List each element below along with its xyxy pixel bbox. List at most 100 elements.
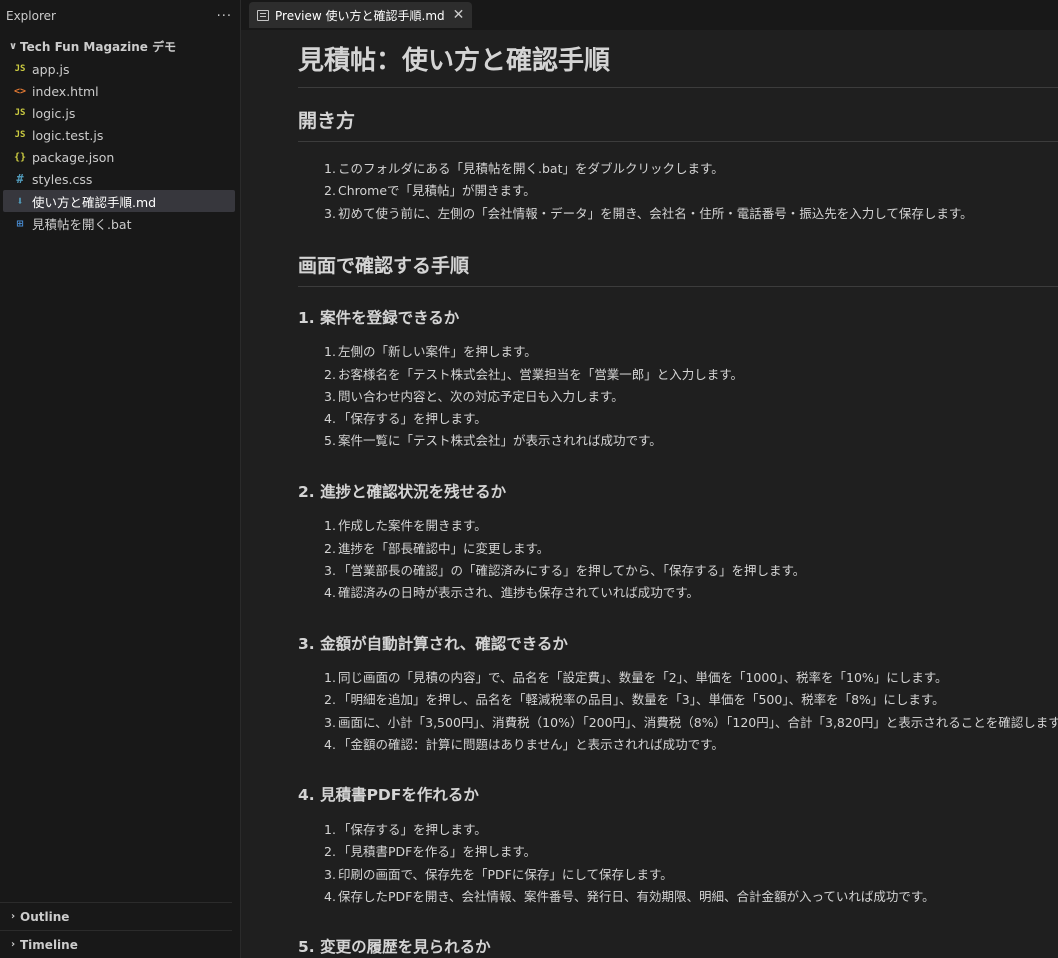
markdown-file-icon: ⬇: [16, 194, 24, 208]
list-item: 3. 画面に、小計「3,500円」、消費税（10%）「200円」、消費税（8%）…: [324, 712, 1058, 734]
js-file-icon: JS: [14, 130, 26, 140]
list-text: 「金額の確認：計算に問題はありません」と表示されれば成功です。: [338, 737, 724, 753]
file-item[interactable]: JS logic.test.js: [3, 124, 235, 146]
list-number: 1.: [324, 160, 336, 176]
chevron-down-icon: ∨: [8, 40, 18, 52]
list-text: Chromeで「見積帖」が開きます。: [338, 183, 536, 199]
list-text: お客様名を「テスト株式会社」、営業担当を「営業一郎」と入力します。: [338, 366, 744, 382]
step-list: 1. 同じ画面の「見積の内容」で、品名を「設定費」、数量を「2」、単価を「100…: [298, 667, 1058, 756]
list-number: 3.: [324, 866, 336, 882]
list-text: 作成した案件を開きます。: [338, 518, 487, 534]
list-number: 2.: [324, 183, 336, 199]
list-text: 「保存する」を押します。: [338, 411, 487, 427]
preview-icon: [257, 9, 269, 21]
timeline-label: Timeline: [20, 937, 78, 952]
list-number: 1.: [324, 518, 336, 534]
sidebar-bottom-panels: › Outline › Timeline: [0, 902, 240, 958]
list-item: 1. 「保存する」を押します。: [324, 819, 1058, 841]
file-tree: JS app.js <> index.html JS logic.js JS logic.te…: [0, 58, 240, 234]
step-list: 1. 左側の「新しい案件」を押します。 2. お客様名を「テスト株式会社」、営業担…: [298, 341, 1058, 452]
list-number: 4.: [324, 585, 336, 601]
list-item: 2. お客様名を「テスト株式会社」、営業担当を「営業一郎」と入力します。: [324, 364, 1058, 386]
json-file-icon: {}: [13, 151, 27, 163]
section-heading: 開き方: [298, 110, 1058, 142]
list-item: 4. 確認済みの日時が表示され、進捗も保存されていれば成功です。: [324, 582, 1058, 604]
js-file-icon: JS: [14, 64, 26, 74]
file-item[interactable]: # styles.css: [3, 168, 235, 190]
file-name: logic.js: [32, 105, 76, 121]
list-item: 1. 左側の「新しい案件」を押します。: [324, 341, 1058, 363]
outline-section[interactable]: › Outline: [0, 902, 232, 930]
file-item[interactable]: ⬇ 使い方と確認手順.md: [3, 190, 235, 212]
list-text: 進捗を「部長確認中」に変更します。: [338, 540, 550, 556]
list-text: 確認済みの日時が表示され、進捗も保存されていれば成功です。: [338, 585, 700, 601]
list-item: 2. Chromeで「見積帖」が開きます。: [324, 180, 1058, 202]
editor-area: Preview 使い方と確認手順.md ✕ 見積帖：使い方と確認手順 開き方 1.…: [241, 0, 1058, 958]
file-item[interactable]: ⊞ 見積帖を開く.bat: [3, 212, 235, 234]
file-name: app.js: [32, 61, 70, 77]
file-name: logic.test.js: [32, 127, 104, 143]
doc-body: 開き方 1. このフォルダにある「見積帖を開く.bat」をダブルクリックします。 2…: [298, 110, 1058, 957]
section-heading: 画面で確認する手順: [298, 255, 1058, 287]
list-item: 3. 印刷の画面で、保存先を「PDFに保存」にして保存します。: [324, 864, 1058, 886]
list-text: 画面に、小計「3,500円」、消費税（10%）「200円」、消費税（8%）「12…: [338, 714, 1058, 730]
tab-preview[interactable]: Preview 使い方と確認手順.md ✕: [249, 2, 473, 28]
list-number: 1.: [324, 821, 336, 837]
outline-label: Outline: [20, 909, 70, 924]
file-name: index.html: [32, 83, 99, 99]
list-item: 1. このフォルダにある「見積帖を開く.bat」をダブルクリックします。: [324, 158, 1058, 180]
step-list: 1. 「保存する」を押します。 2. 「見積書PDFを作る」を押します。 3. 印刷…: [298, 819, 1058, 908]
workspace-folder[interactable]: ∨ Tech Fun Magazine デモ: [0, 34, 240, 58]
tab-label: Preview 使い方と確認手順.md: [275, 8, 445, 23]
list-item: 4. 「保存する」を押します。: [324, 408, 1058, 430]
list-text: 「明細を追加」を押し、品名を「軽減税率の品目」、数量を「3」、単価を「500」、…: [338, 692, 945, 708]
workspace-folder-label: Tech Fun Magazine デモ: [20, 39, 177, 54]
list-text: 「保存する」を押します。: [338, 821, 487, 837]
chevron-right-icon: ›: [10, 939, 16, 950]
file-name: 見積帖を開く.bat: [32, 216, 132, 232]
markdown-preview: 見積帖：使い方と確認手順 開き方 1. このフォルダにある「見積帖を開く.bat」…: [241, 30, 1058, 957]
more-actions-icon[interactable]: ···: [217, 9, 232, 24]
list-item: 5. 案件一覧に「テスト株式会社」が表示されれば成功です。: [324, 430, 1058, 452]
file-item[interactable]: <> index.html: [3, 80, 235, 102]
file-item[interactable]: {} package.json: [3, 146, 235, 168]
close-icon[interactable]: ✕: [453, 7, 465, 23]
list-number: 3.: [324, 205, 336, 221]
timeline-section[interactable]: › Timeline: [0, 930, 232, 958]
list-text: 初めて使う前に、左側の「会社情報・データ」を開き、会社名・住所・電話番号・振込先…: [338, 205, 973, 221]
list-number: 4.: [324, 888, 336, 904]
list-item: 2. 進捗を「部長確認中」に変更します。: [324, 538, 1058, 560]
list-number: 2.: [324, 366, 336, 382]
explorer-sidebar: Explorer ··· ∨ Tech Fun Magazine デモ JS ap…: [0, 0, 241, 958]
section-heading: 2. 進捗と確認状況を残せるか: [298, 482, 507, 501]
file-name: 使い方と確認手順.md: [32, 194, 157, 210]
section-heading: 5. 変更の履歴を見られるか: [298, 938, 491, 957]
list-number: 3.: [324, 714, 336, 730]
explorer-title: Explorer: [6, 9, 56, 23]
file-item[interactable]: JS app.js: [3, 58, 235, 80]
list-item: 4. 「金額の確認：計算に問題はありません」と表示されれば成功です。: [324, 734, 1058, 756]
tab-bar: Preview 使い方と確認手順.md ✕: [241, 0, 1058, 30]
windows-bat-file-icon: ⊞: [16, 216, 24, 230]
list-text: 左側の「新しい案件」を押します。: [338, 344, 537, 360]
list-text: 保存したPDFを開き、会社情報、案件番号、発行日、有効期限、明細、合計金額が入っ…: [338, 888, 935, 904]
list-item: 1. 同じ画面の「見積の内容」で、品名を「設定費」、数量を「2」、単価を「100…: [324, 667, 1058, 689]
list-text: このフォルダにある「見積帖を開く.bat」をダブルクリックします。: [338, 160, 724, 176]
list-number: 2.: [324, 844, 336, 860]
chevron-right-icon: ›: [10, 911, 16, 922]
vscode-window: Explorer ··· ∨ Tech Fun Magazine デモ JS ap…: [0, 0, 1058, 958]
list-number: 2.: [324, 692, 336, 708]
section-heading: 1. 案件を登録できるか: [298, 308, 460, 327]
list-item: 1. 作成した案件を開きます。: [324, 515, 1058, 537]
list-item: 3. 「営業部長の確認」の「確認済みにする」を押してから、「保存する」を押します…: [324, 560, 1058, 582]
list-number: 5.: [324, 433, 336, 449]
file-item[interactable]: JS logic.js: [3, 102, 235, 124]
list-item: 2. 「見積書PDFを作る」を押します。: [324, 841, 1058, 863]
explorer-header: Explorer ···: [0, 0, 240, 32]
list-number: 3.: [324, 388, 336, 404]
list-item: 4. 保存したPDFを開き、会社情報、案件番号、発行日、有効期限、明細、合計金額…: [324, 886, 1058, 908]
list-text: 案件一覧に「テスト株式会社」が表示されれば成功です。: [338, 433, 662, 449]
step-list: 1. 作成した案件を開きます。 2. 進捗を「部長確認中」に変更します。 3. 「営…: [298, 515, 1058, 604]
list-number: 2.: [324, 540, 336, 556]
html-file-icon: <>: [13, 85, 27, 97]
